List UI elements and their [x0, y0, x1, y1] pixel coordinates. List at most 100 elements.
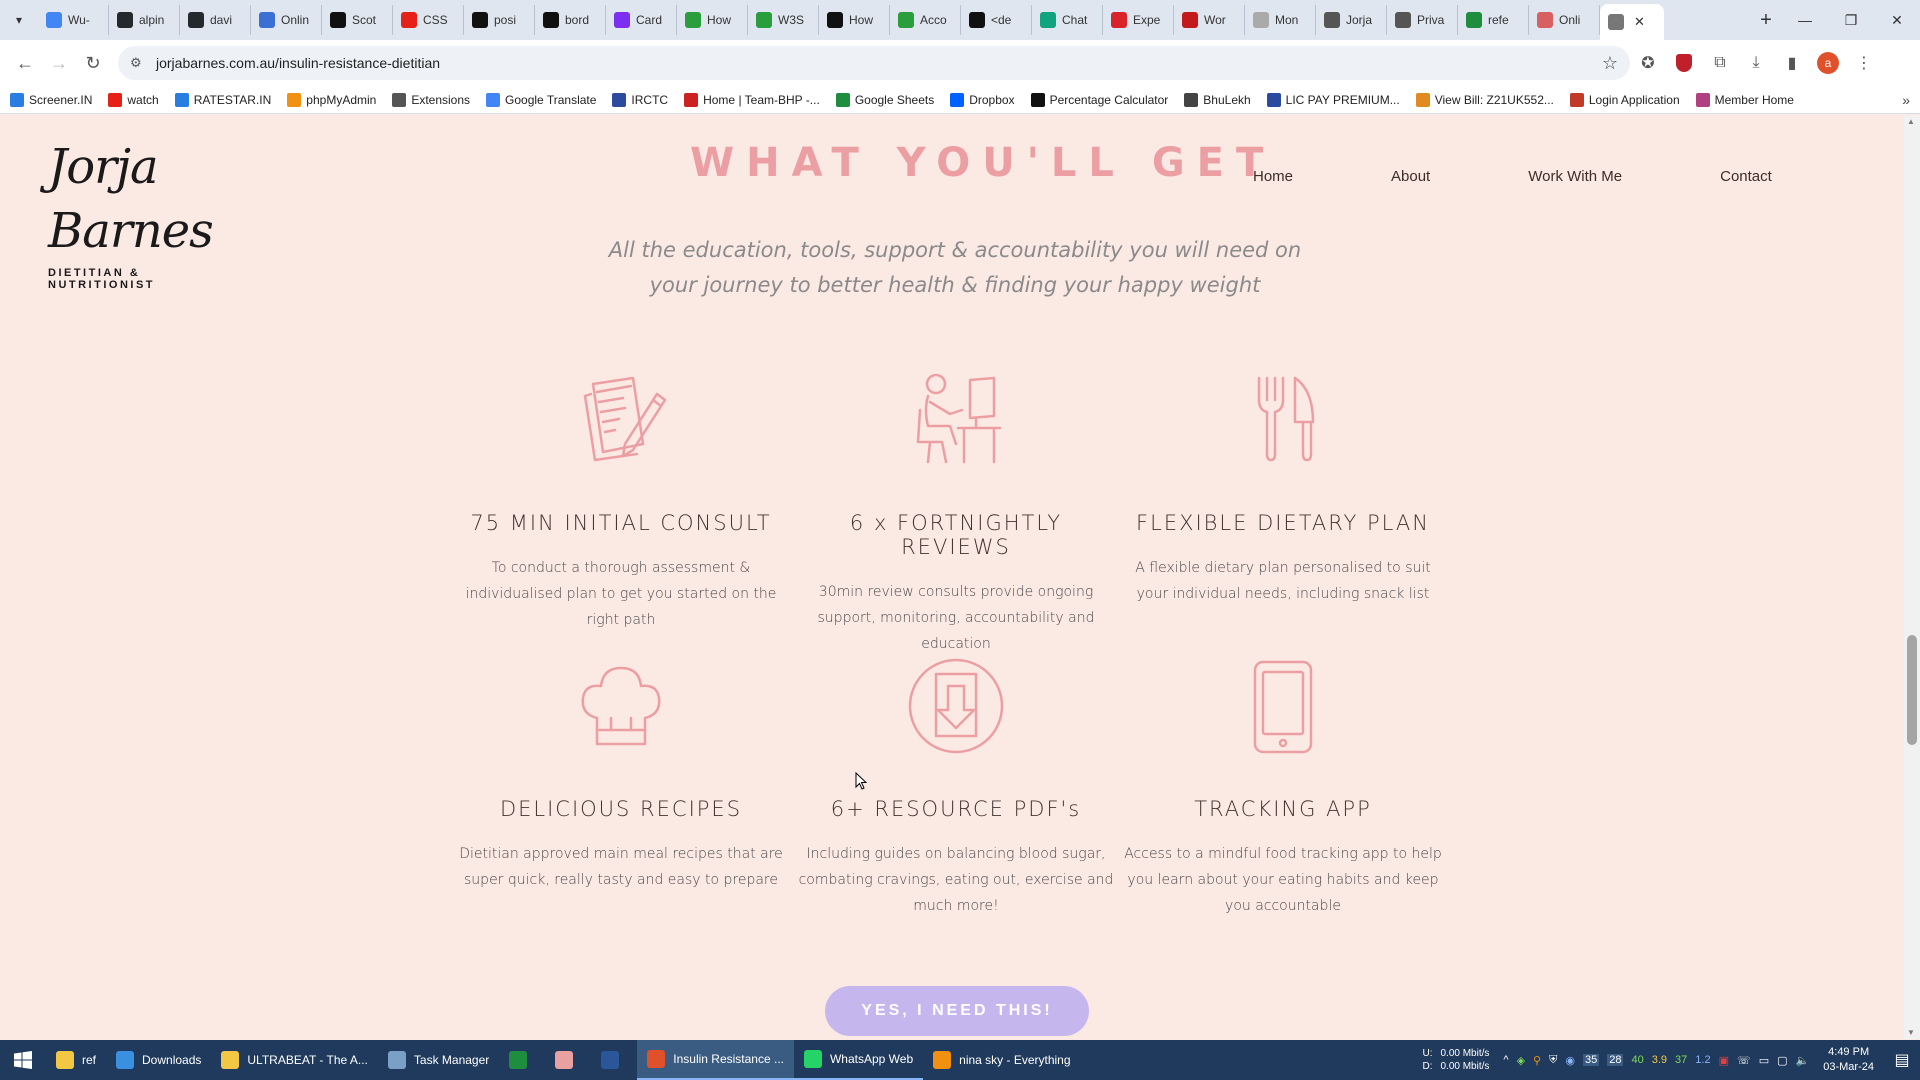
nav-work-with-me[interactable]: Work With Me: [1528, 168, 1622, 185]
browser-tab[interactable]: Scot: [322, 5, 393, 35]
downloads-icon[interactable]: ⤓: [1738, 45, 1774, 81]
tray-app-icon[interactable]: ◈: [1517, 1054, 1525, 1067]
tab-close-icon[interactable]: ✕: [1634, 14, 1645, 30]
browser-tab[interactable]: Wu-: [38, 5, 109, 35]
tray-number[interactable]: 3.9: [1652, 1054, 1667, 1066]
tray-number[interactable]: 28: [1607, 1054, 1624, 1066]
scroll-up-arrow-icon[interactable]: ▲: [1907, 117, 1915, 126]
browser-tab[interactable]: Wor: [1174, 5, 1245, 35]
bookmark-item[interactable]: phpMyAdmin: [287, 92, 376, 107]
bookmark-item[interactable]: View Bill: Z21UK552...: [1415, 92, 1554, 107]
browser-tab[interactable]: Expe: [1103, 5, 1174, 35]
tray-volume-icon[interactable]: 🔈: [1796, 1054, 1810, 1067]
taskbar-app[interactable]: Downloads: [106, 1040, 211, 1080]
show-hidden-icons-chevron-icon[interactable]: ^: [1503, 1054, 1508, 1066]
browser-tab[interactable]: Onlin: [251, 5, 322, 35]
scroll-down-arrow-icon[interactable]: ▼: [1907, 1028, 1915, 1037]
more-bookmarks-icon[interactable]: »: [1902, 92, 1910, 108]
browser-tab[interactable]: posi: [464, 5, 535, 35]
browser-tab[interactable]: How: [819, 5, 890, 35]
browser-tab[interactable]: Priva: [1387, 5, 1458, 35]
bookmark-item[interactable]: RATESTAR.IN: [174, 92, 271, 107]
active-browser-tab[interactable]: ✕: [1600, 4, 1664, 40]
toolbar: ← → ↻ ⚙ jorjabarnes.com.au/insulin-resis…: [0, 40, 1920, 86]
url-text[interactable]: jorjabarnes.com.au/insulin-resistance-di…: [156, 55, 1602, 71]
browser-tab[interactable]: Acco: [890, 5, 961, 35]
tray-number[interactable]: 37: [1675, 1054, 1687, 1066]
tray-red-app-icon[interactable]: ▣: [1719, 1054, 1729, 1067]
bookmark-item[interactable]: BhuLekh: [1184, 92, 1251, 107]
forward-button[interactable]: →: [42, 46, 76, 80]
browser-tab[interactable]: How: [677, 5, 748, 35]
yes-i-need-this-button[interactable]: YES, I NEED THIS!: [825, 986, 1089, 1036]
system-clock[interactable]: 4:49 PM 03-Mar-24: [1823, 1045, 1874, 1075]
browser-tab[interactable]: W3S: [748, 5, 819, 35]
browser-tab[interactable]: Card: [606, 5, 677, 35]
bookmark-item[interactable]: Dropbox: [950, 92, 1015, 107]
bookmark-item[interactable]: watch: [108, 92, 159, 107]
close-window-button[interactable]: ✕: [1874, 0, 1920, 40]
bookmark-item[interactable]: Home | Team-BHP -...: [684, 92, 820, 107]
browser-tab[interactable]: bord: [535, 5, 606, 35]
tab-search-chevron-icon[interactable]: ▾: [0, 0, 38, 40]
nav-about[interactable]: About: [1391, 168, 1430, 185]
notification-center-icon[interactable]: ▤: [1884, 1050, 1920, 1070]
nav-home[interactable]: Home: [1253, 168, 1293, 185]
tray-network-icon[interactable]: ☏: [1737, 1054, 1751, 1067]
nav-contact[interactable]: Contact: [1720, 168, 1772, 185]
taskbar-app[interactable]: nina sky - Everything: [923, 1040, 1080, 1080]
browser-tab[interactable]: Jorja: [1316, 5, 1387, 35]
bookmark-item[interactable]: Percentage Calculator: [1030, 92, 1168, 107]
taskbar-app[interactable]: [591, 1040, 637, 1080]
browser-tab[interactable]: davi: [180, 5, 251, 35]
bookmark-item[interactable]: Member Home: [1695, 92, 1794, 107]
browser-tab[interactable]: <de: [961, 5, 1032, 35]
scrollbar-thumb[interactable]: [1907, 635, 1917, 745]
restore-button[interactable]: ❐: [1828, 0, 1874, 40]
browser-tab[interactable]: Mon: [1245, 5, 1316, 35]
bookmark-item[interactable]: Google Sheets: [835, 92, 934, 107]
browser-tab[interactable]: refe: [1458, 5, 1529, 35]
minimize-button[interactable]: —: [1782, 0, 1828, 40]
bookmark-item[interactable]: IRCTC: [612, 92, 668, 107]
site-logo[interactable]: Jorja Barnes DIETITIAN & NUTRITIONIST: [48, 135, 228, 291]
profile-avatar[interactable]: a: [1810, 45, 1846, 81]
windows-start-icon[interactable]: [0, 1040, 46, 1080]
bookmark-item[interactable]: Extensions: [392, 92, 470, 107]
tray-number[interactable]: 35: [1582, 1054, 1600, 1066]
tray-globe-icon[interactable]: ◉: [1565, 1054, 1575, 1067]
reload-button[interactable]: ↻: [76, 46, 110, 80]
ublock-icon[interactable]: [1666, 45, 1702, 81]
taskbar-app[interactable]: ULTRABEAT - The A...: [211, 1040, 378, 1080]
extensions-puzzle-icon[interactable]: ⧉: [1702, 45, 1738, 81]
browser-tab[interactable]: CSS: [393, 5, 464, 35]
site-info-icon[interactable]: ⚙: [130, 55, 146, 71]
bookmark-star-icon[interactable]: ☆: [1602, 53, 1618, 74]
bookmark-item[interactable]: Google Translate: [486, 92, 596, 107]
tray-number[interactable]: 40: [1631, 1054, 1643, 1066]
taskbar-app[interactable]: Task Manager: [378, 1040, 499, 1080]
tray-battery-icon[interactable]: ▭: [1759, 1054, 1769, 1067]
tray-shield-icon[interactable]: ⛨: [1549, 1054, 1557, 1067]
taskbar-app[interactable]: [545, 1040, 591, 1080]
bookmark-item[interactable]: Login Application: [1569, 92, 1680, 107]
address-bar[interactable]: ⚙ jorjabarnes.com.au/insulin-resistance-…: [118, 46, 1630, 80]
taskbar-app[interactable]: WhatsApp Web: [793, 1040, 924, 1080]
tray-monitor-icon[interactable]: ▢: [1777, 1054, 1787, 1067]
page-scrollbar[interactable]: ▲ ▼: [1904, 115, 1920, 1039]
browser-tab[interactable]: Onli: [1529, 5, 1600, 35]
back-button[interactable]: ←: [8, 46, 42, 80]
extension-globe-icon[interactable]: ✪: [1630, 45, 1666, 81]
tray-number[interactable]: 1.2: [1695, 1054, 1710, 1066]
bookmark-item[interactable]: LIC PAY PREMIUM...: [1266, 92, 1400, 107]
browser-menu-icon[interactable]: ⋮: [1846, 45, 1882, 81]
new-tab-button[interactable]: +: [1750, 9, 1782, 32]
tray-search-icon[interactable]: ⚲: [1533, 1054, 1541, 1067]
browser-tab[interactable]: alpin: [109, 5, 180, 35]
browser-tab[interactable]: Chat: [1032, 5, 1103, 35]
taskbar-app[interactable]: ref: [46, 1040, 106, 1080]
bookmark-item[interactable]: Screener.IN: [10, 92, 92, 107]
taskbar-app[interactable]: [499, 1040, 545, 1080]
side-panel-icon[interactable]: ▮: [1774, 45, 1810, 81]
taskbar-app[interactable]: Insulin Resistance ...: [637, 1040, 794, 1080]
